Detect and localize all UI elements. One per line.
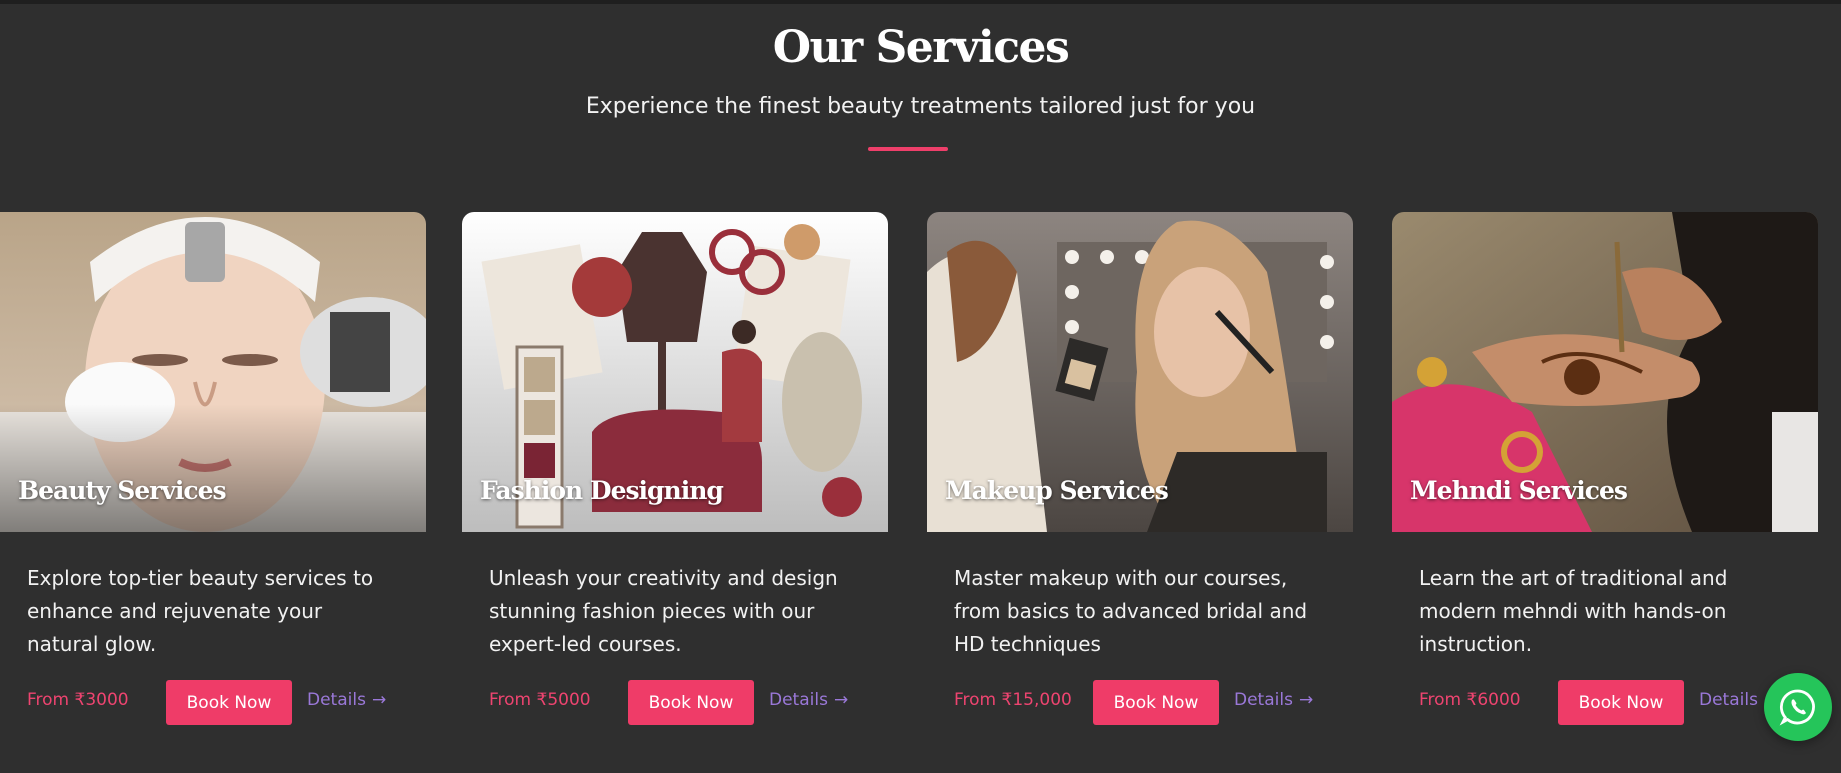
book-now-button[interactable]: Book Now	[166, 680, 292, 725]
whatsapp-icon	[1779, 689, 1815, 726]
card-title: Beauty Services	[18, 476, 227, 505]
details-link[interactable]: Details →	[769, 690, 848, 710]
price-label: From ₹6000	[1419, 690, 1521, 710]
arrow-right-icon: →	[371, 690, 387, 710]
arrow-right-icon: →	[833, 690, 849, 710]
card-title: Mehndi Services	[1410, 476, 1628, 505]
book-now-button[interactable]: Book Now	[628, 680, 754, 725]
card-description: Unleash your creativity and design stunn…	[489, 566, 838, 656]
details-link[interactable]: Details →	[307, 690, 386, 710]
details-label: Details	[769, 690, 828, 710]
price-label: From ₹5000	[489, 690, 591, 710]
service-card-beauty: Beauty Services Explore top-tier beauty …	[0, 212, 426, 725]
service-card-mehndi: Mehndi Services Learn the art of traditi…	[1392, 212, 1818, 725]
section-title: Our Services	[772, 22, 1070, 73]
book-now-button[interactable]: Book Now	[1093, 680, 1219, 725]
price-label: From ₹3000	[27, 690, 129, 710]
card-title: Makeup Services	[945, 476, 1169, 505]
details-label: Details	[307, 690, 366, 710]
card-description: Explore top-tier beauty services to enha…	[27, 566, 374, 656]
arrow-right-icon: →	[1298, 690, 1314, 710]
service-card-fashion: Fashion Designing Unleash your creativit…	[462, 212, 888, 725]
whatsapp-button[interactable]	[1764, 673, 1832, 741]
section-subtitle: Experience the finest beauty treatments …	[585, 94, 1256, 119]
card-description: Master makeup with our courses, from bas…	[954, 566, 1308, 656]
price-label: From ₹15,000	[954, 690, 1072, 710]
details-label: Details	[1699, 690, 1758, 710]
details-label: Details	[1234, 690, 1293, 710]
service-card-makeup: Makeup Services Master makeup with our c…	[927, 212, 1353, 725]
details-link[interactable]: Details →	[1234, 690, 1313, 710]
card-description: Learn the art of traditional and modern …	[1419, 566, 1728, 656]
card-title: Fashion Designing	[480, 476, 724, 505]
title-underline	[868, 147, 948, 151]
book-now-button[interactable]: Book Now	[1558, 680, 1684, 725]
top-border	[0, 0, 1841, 4]
